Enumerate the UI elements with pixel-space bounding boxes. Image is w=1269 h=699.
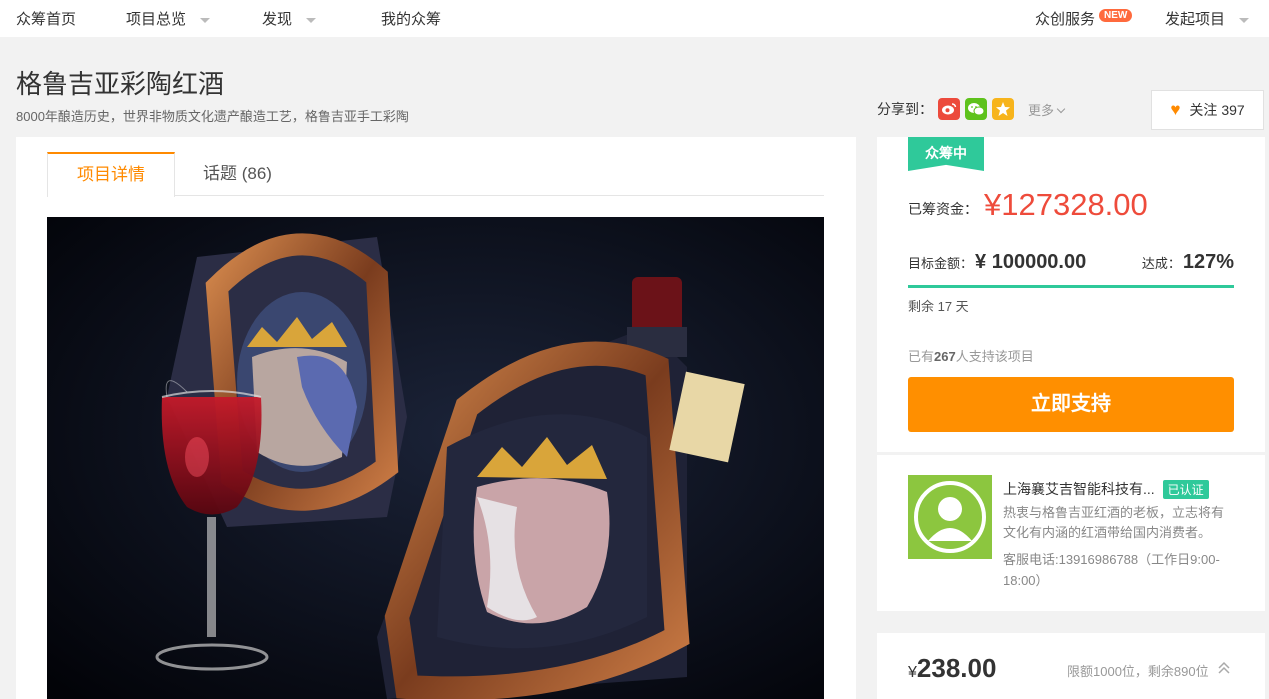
owner-panel: 上海襄艾吉智能科技有... 已认证 热衷与格鲁吉亚红酒的老板，立志将有文化有内涵的… — [877, 455, 1265, 611]
verified-badge: 已认证 — [1162, 480, 1209, 499]
reward-price-value: 238.00 — [916, 653, 997, 683]
target-amount: ¥ 100000.00 — [975, 251, 1087, 273]
avatar[interactable] — [908, 475, 992, 559]
backers-suffix: 人支持该项目 — [955, 349, 1034, 364]
raised-label: 已筹资金： — [908, 201, 978, 217]
status-badge: 众筹中 — [908, 137, 984, 171]
funding-progress-fill — [908, 285, 1234, 288]
qzone-icon[interactable] — [992, 98, 1014, 120]
nav-launch-label: 发起项目 — [1165, 11, 1226, 28]
nav-home[interactable]: 众筹首页 — [16, 8, 76, 29]
project-content-panel: 项目详情 话题 (86) — [16, 137, 856, 699]
nav-overview[interactable]: 项目总览 — [126, 8, 211, 29]
reward-panel: ¥238.00 限额1000位，剩余890位 — [877, 633, 1265, 699]
days-remaining: 剩余 17 天 — [908, 299, 969, 314]
reward-limit: 限额1000位，剩余890位 — [1067, 664, 1209, 679]
nav-my-crowdfunding[interactable]: 我的众筹 — [381, 8, 441, 29]
funding-panel: 众筹中 已筹资金： ¥127328.00 目标金额： ¥ 100000.00 达成… — [877, 137, 1265, 452]
backers-prefix: 已有 — [908, 349, 935, 364]
tab-topics[interactable]: 话题 (86) — [175, 152, 300, 196]
nav-launch-project[interactable]: 发起项目 — [1165, 8, 1250, 29]
nav-service-label: 众创服务 — [1035, 11, 1096, 28]
follow-count: 397 — [1221, 102, 1245, 118]
funding-progress-bar — [908, 285, 1234, 288]
rate-value: 127% — [1182, 251, 1234, 273]
heart-icon: ♥ — [1170, 100, 1181, 119]
reward-currency: ¥ — [908, 664, 917, 681]
share-more-label: 更多 — [1028, 102, 1055, 118]
raised-amount: ¥127328.00 — [984, 187, 1148, 222]
chevron-up-icon[interactable] — [1217, 661, 1231, 675]
chevron-down-icon — [306, 17, 317, 23]
backers-count: 已有267人支持该项目 — [908, 346, 1034, 365]
page-title: 格鲁吉亚彩陶红酒 — [16, 69, 225, 99]
rate: 达成： 127% — [1142, 251, 1234, 274]
rate-label: 达成： — [1141, 256, 1181, 271]
follow-button[interactable]: ♥ 关注 397 — [1151, 90, 1264, 130]
share-more[interactable]: 更多 — [1028, 100, 1066, 119]
owner-phone: 客服电话:13916986788（工作日9:00-18:00） — [1003, 552, 1220, 588]
backers-number: 267 — [934, 349, 956, 364]
owner-name[interactable]: 上海襄艾吉智能科技有... 已认证 — [1003, 479, 1209, 499]
new-badge: NEW — [1099, 9, 1133, 22]
chevron-down-icon — [1239, 17, 1250, 23]
nav-discover-label: 发现 — [262, 11, 293, 28]
project-tabs: 项目详情 话题 (86) — [47, 152, 824, 197]
target-row: 目标金额： ¥ 100000.00 达成： 127% — [908, 251, 1234, 277]
target-label: 目标金额： — [908, 256, 974, 271]
support-now-button[interactable]: 立即支持 — [908, 377, 1234, 432]
share-label: 分享到： — [877, 101, 933, 117]
owner-description: 热衷与格鲁吉亚红酒的老板，立志将有文化有内涵的红酒带给国内消费者。 — [1003, 505, 1225, 540]
weibo-icon[interactable] — [938, 98, 960, 120]
share-bar: 分享到： 更多 — [877, 98, 1066, 120]
chevron-down-icon — [1056, 104, 1066, 113]
project-hero-image — [47, 217, 824, 699]
nav-discover[interactable]: 发现 — [262, 8, 317, 29]
reward-price: ¥238.00 — [908, 653, 996, 684]
page-subtitle: 8000年酿造历史，世界非物质文化遗产酿造工艺，格鲁吉亚手工彩陶 — [16, 109, 409, 124]
nav-service[interactable]: 众创服务 NEW — [1035, 8, 1133, 29]
nav-overview-label: 项目总览 — [126, 11, 187, 28]
follow-label: 关注 — [1189, 102, 1218, 118]
chevron-down-icon — [200, 17, 211, 23]
wechat-icon[interactable] — [965, 98, 987, 120]
tab-project-details[interactable]: 项目详情 — [47, 152, 175, 197]
top-nav: 众筹首页 项目总览 发现 我的众筹 众创服务 NEW 发起项目 — [0, 0, 1269, 37]
owner-name-text: 上海襄艾吉智能科技有... — [1003, 481, 1155, 497]
